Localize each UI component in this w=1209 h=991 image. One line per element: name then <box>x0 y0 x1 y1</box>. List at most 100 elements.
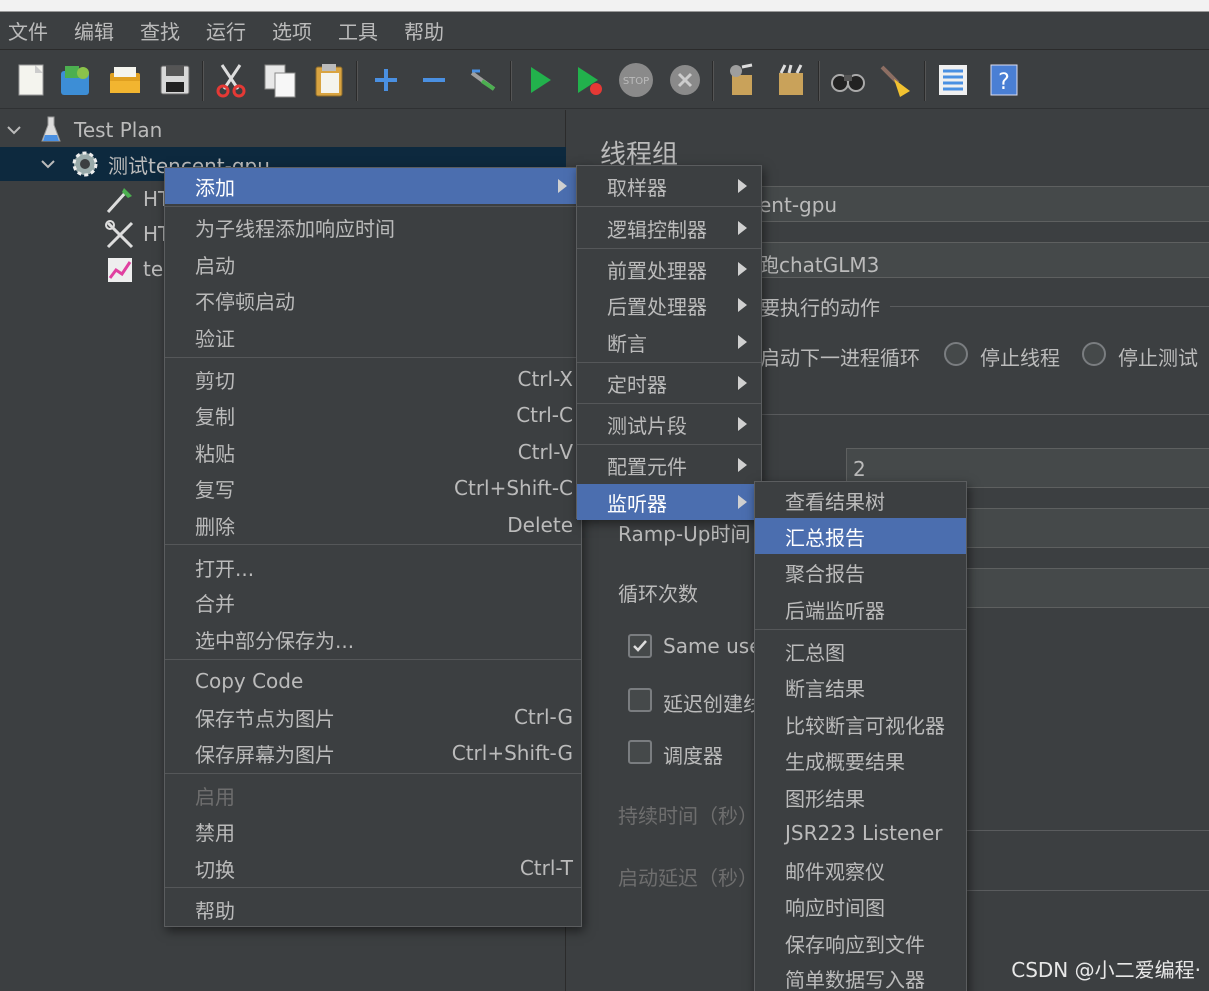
toolbar: STOP ? <box>0 51 1209 109</box>
toolbar-separator <box>712 61 714 101</box>
menu-item-save-selection[interactable]: 选中部分保存为... <box>165 621 581 657</box>
menu-separator <box>577 403 761 404</box>
menu-separator <box>577 206 761 207</box>
menu-file[interactable]: 文件 <box>8 16 48 45</box>
shutdown-icon[interactable] <box>666 61 704 99</box>
submenu-item-config-element[interactable]: 配置元件 <box>577 447 761 483</box>
submenu-item-assertion[interactable]: 断言 <box>577 324 761 360</box>
submenu-arrow-icon <box>738 335 747 349</box>
listener-assertion-results[interactable]: 断言结果 <box>755 669 966 705</box>
add-submenu: 取样器 逻辑控制器 前置处理器 后置处理器 断言 定时器 测试片段 配置元件 监… <box>576 165 762 520</box>
tree-node-test-plan[interactable]: Test Plan <box>0 113 566 147</box>
tree-label-test-plan: Test Plan <box>74 118 163 142</box>
submenu-item-sampler[interactable]: 取样器 <box>577 168 761 204</box>
menu-item-save-screen-image[interactable]: 保存屏幕为图片 Ctrl+Shift-G <box>165 735 581 771</box>
rampup-label: Ramp-Up时间 <box>618 522 751 546</box>
comment-field[interactable]: 跑chatGLM3 <box>750 242 1209 278</box>
menu-item-add[interactable]: 添加 <box>165 168 581 204</box>
help-icon[interactable]: ? <box>985 61 1023 99</box>
menu-item-copy-code[interactable]: Copy Code <box>165 663 581 699</box>
listener-simple-data-writer[interactable]: 简单数据写入器 <box>755 960 966 991</box>
submenu-item-pre-processor[interactable]: 前置处理器 <box>577 251 761 287</box>
menu-item-validate[interactable]: 验证 <box>165 319 581 355</box>
menu-help[interactable]: 帮助 <box>404 16 444 45</box>
menu-item-open[interactable]: 打开... <box>165 549 581 585</box>
listener-backend-listener[interactable]: 后端监听器 <box>755 591 966 627</box>
submenu-arrow-icon <box>558 179 567 193</box>
radio-stop-test[interactable] <box>1082 342 1106 366</box>
listener-graph-results[interactable]: 图形结果 <box>755 779 966 815</box>
divider <box>750 414 1209 415</box>
clear-icon[interactable] <box>722 61 760 99</box>
listener-aggregate-graph[interactable]: 汇总图 <box>755 633 966 669</box>
name-field[interactable]: ent-gpu <box>750 186 1209 222</box>
new-icon[interactable] <box>12 61 50 99</box>
scheduler-checkbox[interactable] <box>628 740 652 764</box>
menu-separator <box>577 248 761 249</box>
menu-item-merge[interactable]: 合并 <box>165 584 581 620</box>
submenu-item-logic-controller[interactable]: 逻辑控制器 <box>577 210 761 246</box>
menu-search[interactable]: 查找 <box>140 16 180 45</box>
clear-all-icon[interactable] <box>771 61 809 99</box>
collapse-icon[interactable] <box>415 61 453 99</box>
menu-item-duplicate[interactable]: 复写 Ctrl+Shift-C <box>165 470 581 506</box>
menu-item-start-no-pause[interactable]: 不停顿启动 <box>165 282 581 318</box>
paste-icon[interactable] <box>310 61 348 99</box>
open-icon[interactable] <box>106 61 144 99</box>
scheduler-label: 调度器 <box>663 744 723 768</box>
menu-separator <box>755 629 966 630</box>
listener-response-time-graph[interactable]: 响应时间图 <box>755 888 966 924</box>
menu-item-toggle[interactable]: 切换 Ctrl-T <box>165 850 581 886</box>
menu-item-delete[interactable]: 删除 Delete <box>165 507 581 543</box>
function-helper-icon[interactable] <box>934 61 972 99</box>
listener-generate-summary-results[interactable]: 生成概要结果 <box>755 742 966 778</box>
menu-item-disable[interactable]: 禁用 <box>165 813 581 849</box>
context-menu: 添加 为子线程添加响应时间 启动 不停顿启动 验证 剪切 Ctrl-X 复制 Ctr… <box>164 167 582 927</box>
chevron-down-icon[interactable] <box>6 122 22 138</box>
menu-item-copy[interactable]: 复制 Ctrl-C <box>165 397 581 433</box>
listener-jsr223[interactable]: JSR223 Listener <box>755 815 966 851</box>
menu-item-save-node-image[interactable]: 保存节点为图片 Ctrl-G <box>165 699 581 735</box>
menu-item-cut[interactable]: 剪切 Ctrl-X <box>165 361 581 397</box>
menu-item-start[interactable]: 启动 <box>165 246 581 282</box>
stop-icon[interactable]: STOP <box>617 61 655 99</box>
listener-mailer-visualizer[interactable]: 邮件观察仪 <box>755 852 966 888</box>
submenu-item-post-processor[interactable]: 后置处理器 <box>577 287 761 323</box>
toggle-icon[interactable] <box>464 61 502 99</box>
listener-compare-assertion-visualizer[interactable]: 比较断言可视化器 <box>755 706 966 742</box>
toolbar-separator <box>356 61 358 101</box>
start-icon[interactable] <box>521 61 559 99</box>
listener-summary-report[interactable]: 汇总报告 <box>755 518 966 554</box>
tools-icon <box>105 220 134 249</box>
svg-text:STOP: STOP <box>623 76 649 87</box>
submenu-item-timer[interactable]: 定时器 <box>577 365 761 401</box>
menu-separator <box>165 544 581 545</box>
menu-item-paste[interactable]: 粘贴 Ctrl-V <box>165 434 581 470</box>
listener-save-responses[interactable]: 保存响应到文件 <box>755 925 966 961</box>
chevron-down-icon[interactable] <box>40 156 56 172</box>
submenu-item-test-fragment[interactable]: 测试片段 <box>577 406 761 442</box>
templates-icon[interactable] <box>57 61 95 99</box>
copy-icon[interactable] <box>261 61 299 99</box>
start-no-pauses-icon[interactable] <box>570 61 608 99</box>
reset-search-icon[interactable] <box>876 61 914 99</box>
toolbar-separator <box>510 61 512 101</box>
expand-icon[interactable] <box>367 61 405 99</box>
save-icon[interactable] <box>156 61 194 99</box>
submenu-item-listener[interactable]: 监听器 <box>577 484 761 520</box>
menu-options[interactable]: 选项 <box>272 16 312 45</box>
menu-item-add-response-time[interactable]: 为子线程添加响应时间 <box>165 209 581 245</box>
menu-tools[interactable]: 工具 <box>338 16 378 45</box>
cut-icon[interactable] <box>212 61 250 99</box>
same-user-checkbox[interactable] <box>628 634 652 658</box>
delay-thread-checkbox[interactable] <box>628 688 652 712</box>
submenu-arrow-icon <box>738 298 747 312</box>
menu-run[interactable]: 运行 <box>206 16 246 45</box>
search-icon[interactable] <box>829 61 867 99</box>
radio-stop-thread[interactable] <box>944 342 968 366</box>
listener-view-results-tree[interactable]: 查看结果树 <box>755 482 966 518</box>
menu-item-help[interactable]: 帮助 <box>165 891 581 927</box>
listener-aggregate-report[interactable]: 聚合报告 <box>755 554 966 590</box>
radio-label-stop-thread: 停止线程 <box>980 346 1060 370</box>
menu-edit[interactable]: 编辑 <box>74 16 114 45</box>
